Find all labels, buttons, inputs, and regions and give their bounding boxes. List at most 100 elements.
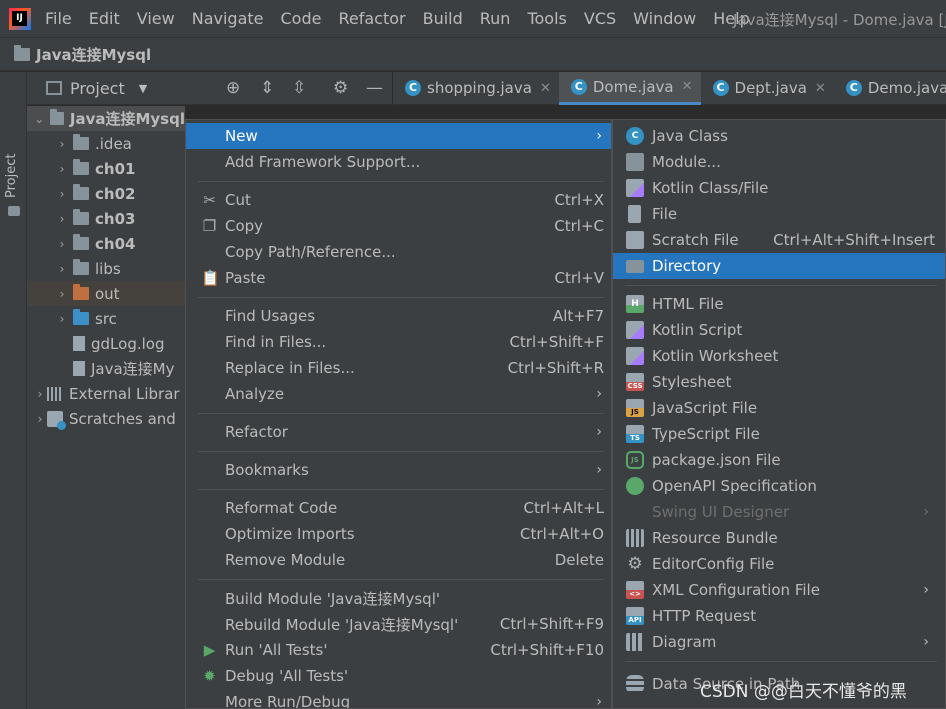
submenu-item-xml-config[interactable]: <> XML Configuration File › xyxy=(613,577,945,603)
collapse-all-icon[interactable]: ⇳ xyxy=(292,80,306,97)
css-icon: CSS xyxy=(626,373,644,391)
tree-item-iml[interactable]: Java连接My xyxy=(27,356,185,381)
submenu-item-diagram[interactable]: Diagram › xyxy=(613,629,945,655)
watermark: CSDN @@白天不懂爷的黑 xyxy=(700,682,907,702)
menu-item-remove-module[interactable]: Remove Module Delete xyxy=(186,547,611,573)
submenu-item-typescript-file[interactable]: TS TypeScript File xyxy=(613,421,945,447)
submenu-item-kotlin-class[interactable]: Kotlin Class/File xyxy=(613,175,945,201)
chevron-right-icon[interactable]: › xyxy=(55,137,69,151)
submenu-item-editorconfig[interactable]: ⚙ EditorConfig File xyxy=(613,551,945,577)
close-icon[interactable]: ✕ xyxy=(682,79,693,94)
submenu-item-javascript-file[interactable]: JS JavaScript File xyxy=(613,395,945,421)
tree-item-label: ch04 xyxy=(95,234,136,253)
menu-tools[interactable]: Tools xyxy=(527,9,575,28)
tree-item-idea[interactable]: › .idea xyxy=(27,131,185,156)
menu-item-replace-in-files[interactable]: Replace in Files... Ctrl+Shift+R xyxy=(186,355,611,381)
menu-item-reformat-code[interactable]: Reformat Code Ctrl+Alt+L xyxy=(186,495,611,521)
submenu-item-kotlin-worksheet[interactable]: Kotlin Worksheet xyxy=(613,343,945,369)
menu-item-analyze[interactable]: Analyze › xyxy=(186,381,611,407)
chevron-right-icon[interactable]: › xyxy=(33,412,47,426)
tab-shopping-java[interactable]: C shopping.java ✕ xyxy=(393,72,559,105)
menu-item-rebuild-module[interactable]: Rebuild Module 'Java连接Mysql' Ctrl+Shift+… xyxy=(186,611,611,637)
tree-item-ch01[interactable]: › ch01 xyxy=(27,156,185,181)
tree-item-out[interactable]: › out xyxy=(27,281,185,306)
gear-icon[interactable]: ⚙ xyxy=(333,80,348,97)
tree-item-src[interactable]: › src xyxy=(27,306,185,331)
menu-item-copy[interactable]: ❐ Copy Ctrl+C xyxy=(186,213,611,239)
menu-build[interactable]: Build xyxy=(423,9,472,28)
menu-bar: File Edit View Navigate Code Refactor Bu… xyxy=(0,0,946,37)
menu-run[interactable]: Run xyxy=(480,9,520,28)
menu-item-build-module[interactable]: Build Module 'Java连接Mysql' xyxy=(186,585,611,611)
menu-item-new[interactable]: New › xyxy=(186,123,611,149)
menu-item-run-all-tests[interactable]: ▶ Run 'All Tests' Ctrl+Shift+F10 xyxy=(186,637,611,663)
diagram-icon xyxy=(626,633,644,651)
tree-item-external-libraries[interactable]: › External Librar xyxy=(27,381,185,406)
chevron-down-icon[interactable]: ▼ xyxy=(139,82,147,95)
menu-item-find-in-files[interactable]: Find in Files... Ctrl+Shift+F xyxy=(186,329,611,355)
menu-navigate[interactable]: Navigate xyxy=(192,9,273,28)
tree-item-gdlog[interactable]: gdLog.log xyxy=(27,331,185,356)
submenu-item-java-class[interactable]: C Java Class xyxy=(613,123,945,149)
chevron-right-icon[interactable]: › xyxy=(55,212,69,226)
chevron-right-icon[interactable]: › xyxy=(55,162,69,176)
menu-separator xyxy=(198,451,604,452)
menu-code[interactable]: Code xyxy=(281,9,331,28)
chevron-right-icon[interactable]: › xyxy=(55,187,69,201)
chevron-right-icon[interactable]: › xyxy=(55,237,69,251)
menu-item-add-framework[interactable]: Add Framework Support... xyxy=(186,149,611,175)
submenu-item-http-request[interactable]: API HTTP Request xyxy=(613,603,945,629)
menu-refactor[interactable]: Refactor xyxy=(338,9,414,28)
submenu-item-html-file[interactable]: H HTML File xyxy=(613,291,945,317)
submenu-item-module[interactable]: Module... xyxy=(613,149,945,175)
chevron-down-icon[interactable]: ⌄ xyxy=(33,112,46,126)
menu-item-shortcut: Ctrl+Shift+F9 xyxy=(499,615,604,633)
submenu-item-openapi[interactable]: OpenAPI Specification xyxy=(613,473,945,499)
submenu-item-label: Scratch File xyxy=(652,231,739,249)
menu-vcs[interactable]: VCS xyxy=(584,9,625,28)
menu-item-cut[interactable]: ✂ Cut Ctrl+X xyxy=(186,187,611,213)
java-class-icon: C xyxy=(845,80,862,96)
menu-item-paste[interactable]: 📋 Paste Ctrl+V xyxy=(186,265,611,291)
menu-edit[interactable]: Edit xyxy=(89,9,129,28)
submenu-item-file[interactable]: File xyxy=(613,201,945,227)
menu-item-bookmarks[interactable]: Bookmarks › xyxy=(186,457,611,483)
menu-file[interactable]: File xyxy=(45,9,81,28)
submenu-item-package-json[interactable]: JS package.json File xyxy=(613,447,945,473)
chevron-right-icon[interactable]: › xyxy=(55,312,69,326)
menu-item-copy-path[interactable]: Copy Path/Reference... xyxy=(186,239,611,265)
expand-all-icon[interactable]: ⇕ xyxy=(260,80,274,97)
tree-item-ch02[interactable]: › ch02 xyxy=(27,181,185,206)
menu-item-find-usages[interactable]: Find Usages Alt+F7 xyxy=(186,303,611,329)
tree-item-libs[interactable]: › libs xyxy=(27,256,185,281)
chevron-right-icon[interactable]: › xyxy=(33,387,47,401)
project-view-selector[interactable]: Project xyxy=(70,79,125,98)
hide-panel-icon[interactable]: — xyxy=(366,80,383,97)
tree-item-ch04[interactable]: › ch04 xyxy=(27,231,185,256)
tab-dept-java[interactable]: C Dept.java ✕ xyxy=(701,72,834,105)
submenu-item-kotlin-script[interactable]: Kotlin Script xyxy=(613,317,945,343)
menu-item-debug-all-tests[interactable]: ✹ Debug 'All Tests' xyxy=(186,663,611,689)
project-tool-window-button[interactable]: Project xyxy=(4,138,19,198)
submenu-item-directory[interactable]: Directory xyxy=(613,253,945,279)
breadcrumb-project[interactable]: Java连接Mysql xyxy=(36,44,151,65)
menu-item-more-run-debug[interactable]: More Run/Debug › xyxy=(186,689,611,708)
project-strip-icon xyxy=(8,206,20,216)
close-icon[interactable]: ✕ xyxy=(540,81,551,96)
menu-view[interactable]: View xyxy=(137,9,184,28)
tab-demo-java[interactable]: C Demo.java xyxy=(834,72,946,105)
tree-item-scratches[interactable]: › Scratches and xyxy=(27,406,185,431)
menu-window[interactable]: Window xyxy=(633,9,705,28)
tab-dome-java[interactable]: C Dome.java ✕ xyxy=(558,71,701,105)
tree-item-root[interactable]: ⌄ Java连接Mysql xyxy=(27,106,185,131)
locate-icon[interactable]: ⊕ xyxy=(226,80,240,97)
chevron-right-icon[interactable]: › xyxy=(55,287,69,301)
submenu-item-resource-bundle[interactable]: Resource Bundle xyxy=(613,525,945,551)
close-icon[interactable]: ✕ xyxy=(815,81,826,96)
menu-item-refactor[interactable]: Refactor › xyxy=(186,419,611,445)
menu-item-optimize-imports[interactable]: Optimize Imports Ctrl+Alt+O xyxy=(186,521,611,547)
chevron-right-icon[interactable]: › xyxy=(55,262,69,276)
submenu-item-stylesheet[interactable]: CSS Stylesheet xyxy=(613,369,945,395)
submenu-item-scratch-file[interactable]: Scratch File Ctrl+Alt+Shift+Insert xyxy=(613,227,945,253)
tree-item-ch03[interactable]: › ch03 xyxy=(27,206,185,231)
